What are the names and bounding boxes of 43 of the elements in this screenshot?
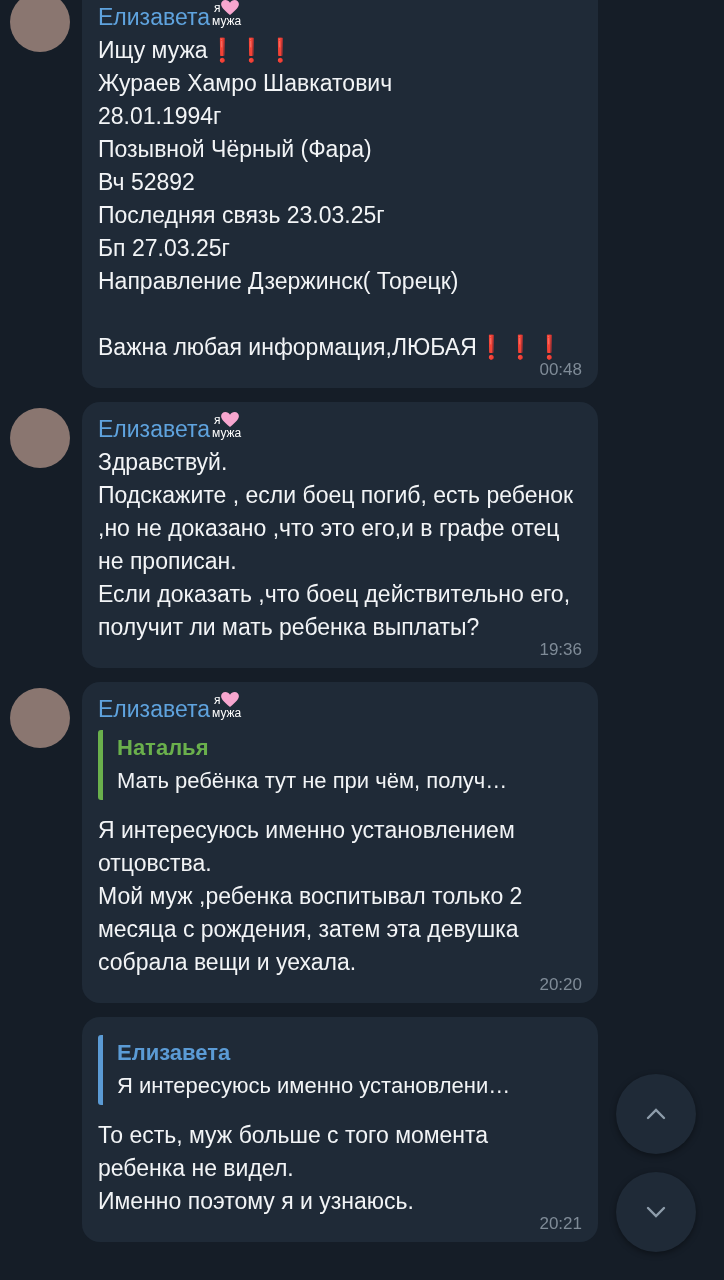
message-text: Именно поэтому я и узнаюсь. [98,1187,415,1216]
message-text: Ищу мужа❗❗❗ [98,36,296,65]
message-text: Подскажите , если боец погиб, есть ребенок ,но не доказано ,что это его,и в графе отец не прописан. [98,481,575,576]
message-text: Мой муж ,ребенка воспитывал только 2 месяца с рождения, затем эта девушка собрала вещи и уехала. [98,882,524,977]
reply-author: Наталья [117,734,210,762]
badge-text: я [213,1,221,15]
message-text: Последняя связь 23.03.25г [98,201,386,230]
heart-icon [221,0,240,16]
sender-name[interactable]: Елизавета [98,694,210,724]
avatar-photo-placeholder[interactable] [10,0,70,52]
chevron-up-icon [646,1108,666,1120]
reply-author: Елизавета [117,1039,232,1067]
message-text: Вч 52892 [98,168,196,197]
sender-name[interactable]: Елизавета [98,2,210,32]
avatar-photo-placeholder[interactable] [10,688,70,748]
message-text: Направление Дзержинск( Торецк) [98,267,460,296]
message-text: Бп 27.03.25г [98,234,231,263]
badge-text: мужа [212,427,242,440]
message-text: То есть, муж больше с того момента ребенка не видел. [98,1121,490,1183]
chevron-down-icon [646,1206,666,1218]
badge-text: мужа [212,15,242,28]
message-text: Если доказать ,что боец действительно его, получит ли мать ребенка выплаты? [98,580,572,642]
badge-text: мужа [212,707,242,720]
badge-text: я [213,693,221,707]
message-time: 19:36 [539,640,582,660]
heart-icon [221,412,240,428]
message-text: 28.01.1994г [98,102,223,131]
message-time: 20:21 [539,1214,582,1234]
message-text: Здравствуй. [98,448,229,477]
message-text: Позывной Чёрный (Фара) [98,135,373,164]
message-text: Жураев Хамро Шавкатович [98,69,394,98]
heart-icon [221,692,240,708]
message-text: Важна любая информация,ЛЮБАЯ❗❗❗ [98,333,565,362]
reply-text: Я интересуюсь именно установлени… [117,1072,512,1100]
reply-text: Мать ребёнка тут не при чём, получ… [117,767,509,795]
badge-text: я [213,413,221,427]
reply-quote[interactable]: Наталья Мать ребёнка тут не при чём, получ… [98,730,582,800]
reply-quote[interactable]: Елизавета Я интересуюсь именно установлени… [98,1035,582,1105]
avatar-photo-placeholder[interactable] [10,408,70,468]
message-text: Я интересуюсь именно установлением отцовства. [98,816,516,878]
message-time: 00:48 [539,360,582,380]
sender-name[interactable]: Елизавета [98,414,210,444]
message-time: 20:20 [539,975,582,995]
